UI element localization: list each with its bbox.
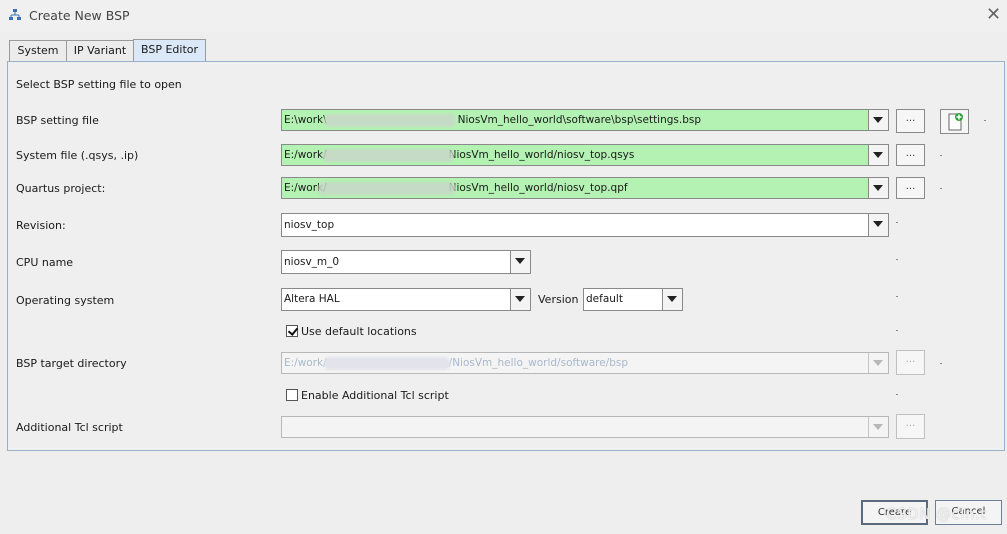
operating-system-value: Altera HAL [284,293,340,305]
bsp-setting-file-combo[interactable]: E:\work\ NiosVm_hello_world\software\bsp\… [281,109,889,131]
chevron-down-icon [515,258,525,264]
bsp-target-directory-label: BSP target directory [16,357,127,370]
resize-dot [896,296,898,297]
operating-system-combo[interactable]: Altera HAL [281,288,531,311]
operating-system-dropdown[interactable] [510,289,530,310]
app-network-icon [9,9,21,20]
system-file-label: System file (.qsys, .ip) [16,149,139,162]
additional-tcl-label: Additional Tcl script [16,421,123,434]
redacted-path [324,114,456,127]
enable-tcl-checkbox[interactable] [286,389,298,401]
additional-tcl-browse-button: ... [896,414,925,439]
resize-dot [896,394,898,395]
system-file-browse-button[interactable]: ... [896,144,925,166]
resize-dot [896,222,898,223]
quartus-project-label: Quartus project: [16,182,106,195]
system-file-combo[interactable]: E:/work/NiosVm_hello_world/niosv_top.qsy… [281,144,889,166]
version-value: default [586,293,623,305]
version-combo[interactable]: default [583,288,683,311]
tab-bsp-editor[interactable]: BSP Editor [133,39,206,61]
redacted-path [322,149,454,162]
chevron-down-icon [873,221,883,227]
revision-label: Revision: [16,219,66,232]
redacted-path [318,182,456,195]
resize-dot [940,363,942,364]
cpu-name-dropdown[interactable] [510,251,530,273]
cpu-name-combo[interactable]: niosv_m_0 [281,250,531,274]
revision-combo[interactable]: niosv_top [281,213,889,237]
additional-tcl-dropdown [868,417,888,437]
system-file-dropdown[interactable] [868,145,888,165]
window-title: Create New BSP [29,8,130,23]
title-bar: Create New BSP ✕ [0,0,1007,32]
chevron-down-icon [873,152,883,158]
revision-value: niosv_top [284,219,335,231]
use-default-locations-checkbox[interactable] [286,325,298,337]
close-icon[interactable]: ✕ [986,6,1001,24]
bsp-target-directory-dropdown [868,353,888,373]
chevron-down-icon [873,185,883,191]
quartus-project-combo[interactable]: E:/work/NiosVm_hello_world/niosv_top.qpf [281,177,889,199]
bsp-setting-file-dropdown[interactable] [868,110,888,130]
bsp-target-directory-browse-button: ... [896,350,925,375]
bsp-setting-file-label: BSP setting file [16,114,99,127]
tab-ip-variant[interactable]: IP Variant [66,40,134,61]
bsp-setting-file-browse-button[interactable]: ... [896,109,925,133]
chevron-down-icon [515,296,525,302]
revision-dropdown[interactable] [868,214,888,236]
bsp-target-directory-combo: E:/work//NiosVm_hello_world/software/bsp [281,352,889,374]
cpu-name-value: niosv_m_0 [284,256,340,268]
chevron-down-icon [667,296,677,302]
new-file-icon [948,113,963,131]
watermark: CSDN @cln.t [886,505,987,523]
enable-tcl-label: Enable Additional Tcl script [301,389,449,402]
resize-dot [940,155,942,156]
cpu-name-label: CPU name [16,256,74,269]
resize-dot [940,188,942,189]
version-label: Version [538,293,579,306]
operating-system-label: Operating system [16,294,115,307]
chevron-down-icon [873,360,883,366]
version-dropdown[interactable] [662,289,682,310]
new-file-button[interactable] [940,109,969,134]
resize-dot [896,259,898,260]
quartus-project-dropdown[interactable] [868,178,888,198]
resize-dot [896,330,898,331]
use-default-locations-label: Use default locations [301,325,417,338]
form-heading: Select BSP setting file to open [16,78,182,91]
tab-system[interactable]: System [9,40,67,61]
quartus-project-browse-button[interactable]: ... [896,177,925,199]
redacted-path [324,357,450,370]
chevron-down-icon [873,117,883,123]
chevron-down-icon [873,424,883,430]
resize-dot [984,120,986,121]
additional-tcl-combo [281,416,889,438]
